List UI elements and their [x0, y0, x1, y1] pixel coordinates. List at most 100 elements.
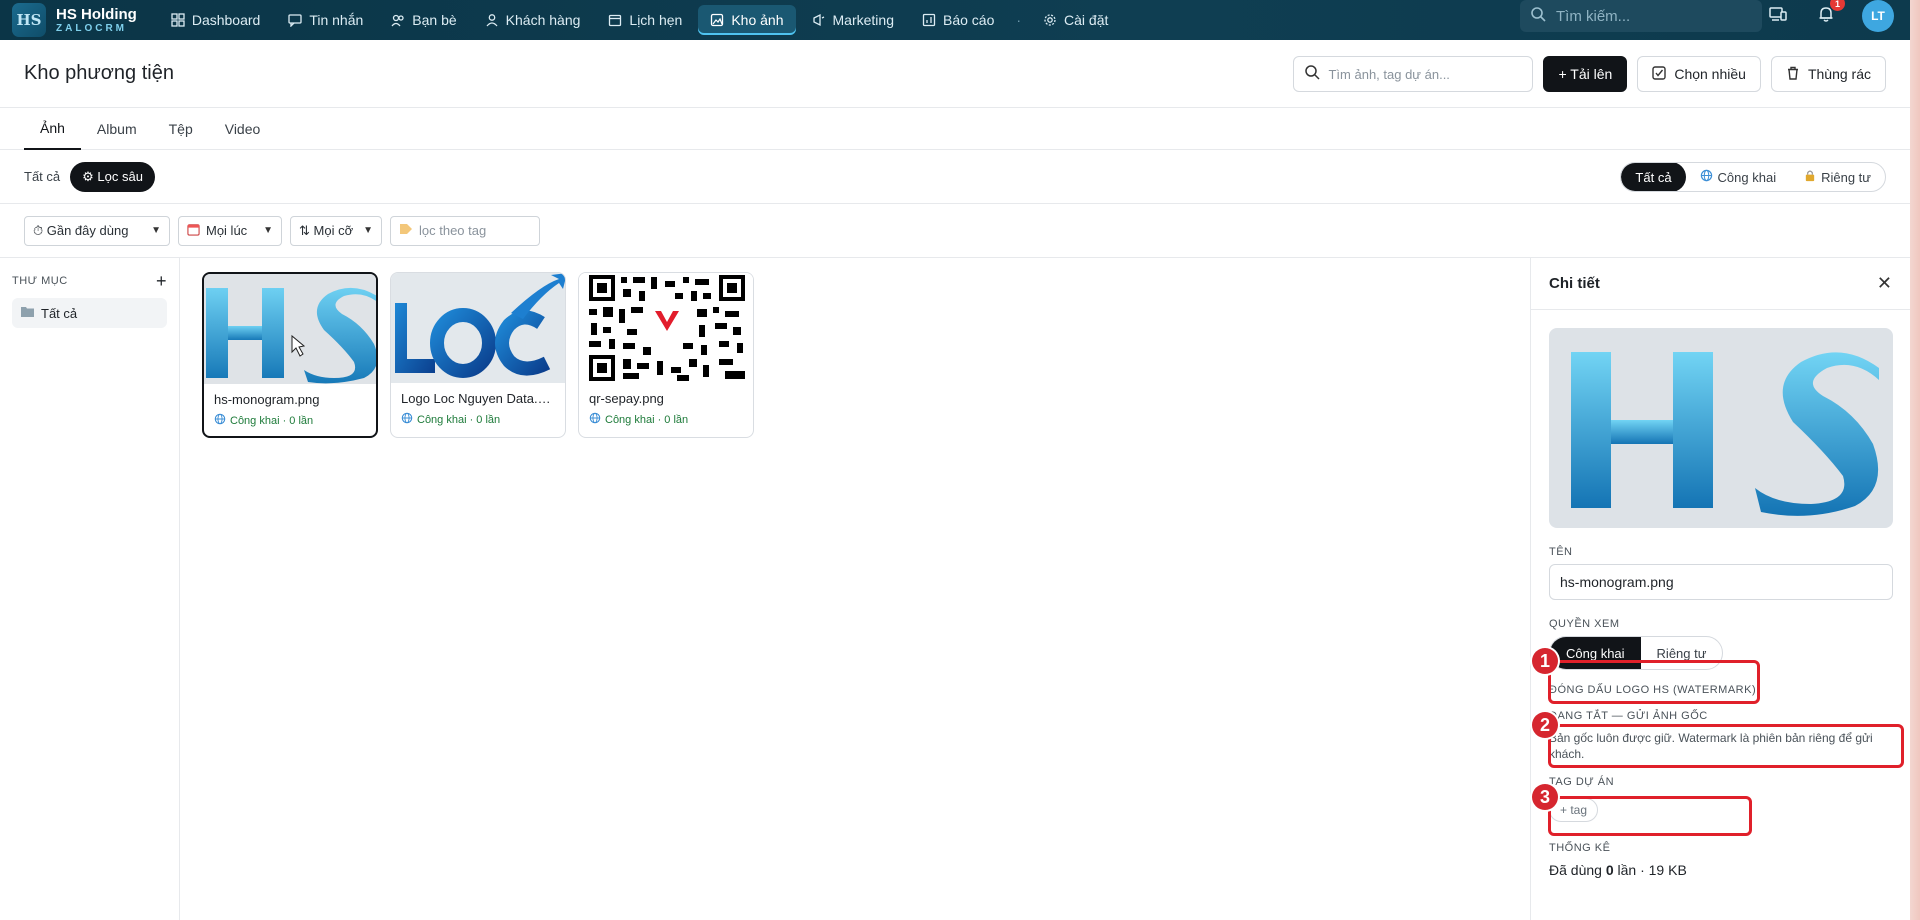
tab-files[interactable]: Tệp: [153, 108, 209, 150]
folder-label: Tất cả: [41, 305, 78, 321]
folders-heading: THƯ MỤC: [12, 275, 68, 287]
trash-icon: [1786, 66, 1800, 83]
multi-select-button[interactable]: Chọn nhiều: [1637, 56, 1761, 92]
nav-settings[interactable]: Cài đặt: [1031, 5, 1120, 35]
size-select-value: ⇅ Mọi cỡ: [299, 222, 354, 238]
nav-label: Tin nhắn: [309, 12, 364, 28]
checkbox-icon: [1652, 65, 1667, 83]
hs-monogram-image: [206, 288, 376, 384]
tab-albums[interactable]: Album: [81, 108, 153, 150]
media-search[interactable]: [1293, 56, 1534, 92]
usage-stats: Đã dùng 0 lần · 19 KB: [1549, 862, 1892, 878]
tag-filter[interactable]: [390, 215, 540, 246]
tab-videos[interactable]: Video: [209, 108, 277, 150]
nav-customers[interactable]: Khách hàng: [473, 5, 593, 35]
permission-label: QUYỀN XEM: [1549, 618, 1620, 630]
nav-label: Cài đặt: [1064, 12, 1109, 28]
cursor-icon: [291, 334, 306, 357]
globe-icon: [589, 412, 601, 427]
nav-marketing[interactable]: Marketing: [800, 5, 906, 35]
media-card[interactable]: Logo Loc Nguyen Data.png Công khai · 0 l…: [390, 272, 566, 438]
page-title: Kho phương tiện: [24, 62, 174, 84]
trash-label: Thùng rác: [1807, 66, 1871, 82]
annotation-marker-2: 2: [1532, 712, 1558, 738]
nav-label: Lịch hẹn: [629, 12, 683, 28]
notifications-button[interactable]: 1: [1814, 0, 1845, 28]
media-card-name: Logo Loc Nguyen Data.png: [401, 391, 555, 406]
avatar[interactable]: LT: [1862, 0, 1894, 32]
loc-logo-image: [395, 273, 565, 378]
detail-header: Chi tiết ✕: [1531, 258, 1910, 310]
visibility-all[interactable]: Tất cả: [1621, 163, 1686, 191]
media-card-name: qr-sepay.png: [589, 391, 664, 406]
image-icon: [710, 13, 724, 27]
nav-messages[interactable]: Tin nhắn: [276, 5, 375, 35]
stats-prefix: Đã dùng: [1549, 862, 1602, 878]
qr-code-image: [579, 273, 753, 383]
folder-item-all[interactable]: Tất cả: [12, 298, 167, 328]
top-icons: 1 LT: [1766, 0, 1894, 32]
visibility-segment: Tất cả Công khai Riêng tư: [1620, 162, 1886, 192]
window-edge: [1910, 0, 1920, 920]
annotation-marker-1: 1: [1532, 648, 1558, 674]
visibility-public[interactable]: Công khai: [1686, 163, 1791, 191]
lock-icon: [1804, 169, 1816, 185]
name-field[interactable]: [1549, 564, 1893, 600]
sort-select[interactable]: ⏱ Gần đây dùng ▼: [24, 215, 170, 246]
globe-icon: [1700, 169, 1713, 185]
nav-label: Báo cáo: [942, 12, 995, 28]
notification-badge: 1: [1830, 0, 1845, 11]
detail-preview: [1549, 328, 1893, 528]
user-icon: [485, 13, 499, 27]
upload-button[interactable]: + Tải lên: [1543, 56, 1628, 92]
nav-separator: ·: [1016, 12, 1022, 28]
add-folder-button[interactable]: +: [156, 272, 167, 290]
name-label: TÊN: [1549, 546, 1573, 558]
nav-reports[interactable]: Báo cáo: [910, 5, 1006, 35]
devices-button[interactable]: [1766, 4, 1790, 28]
nav-appointments[interactable]: Lịch hẹn: [596, 5, 694, 35]
tab-images[interactable]: Ảnh: [24, 108, 81, 150]
nav-friends[interactable]: Bạn bè: [379, 5, 468, 35]
watermark-state[interactable]: ĐANG TẮT — GỬI ẢNH GỐC: [1549, 710, 1892, 722]
global-search-input[interactable]: [1556, 7, 1746, 25]
media-card-meta: Công khai · 0 lần: [401, 412, 555, 427]
trash-button[interactable]: Thùng rác: [1770, 56, 1886, 92]
media-tabs: Ảnh Album Tệp Video: [0, 108, 1910, 150]
top-navbar: HS HS Holding ZALOCRM Dashboard Tin nhắn…: [0, 0, 1910, 40]
nav-label: Khách hàng: [505, 12, 581, 28]
brand[interactable]: HS HS Holding ZALOCRM: [12, 3, 137, 37]
nav-media[interactable]: Kho ảnh: [698, 5, 796, 35]
upload-label: + Tải lên: [1558, 66, 1613, 82]
filter-all[interactable]: Tất cả: [24, 169, 60, 184]
tag-icon: [399, 222, 413, 240]
calendar-icon: [608, 13, 622, 27]
detail-title: Chi tiết: [1549, 275, 1600, 292]
size-select[interactable]: ⇅ Mọi cỡ ▼: [290, 215, 382, 246]
header-actions: + Tải lên Chọn nhiều Thùng rác: [1293, 56, 1886, 92]
deep-filter-button[interactable]: ⚙ Lọc sâu: [70, 161, 155, 192]
media-card-meta: Công khai · 0 lần: [589, 412, 743, 427]
hs-monogram-preview: [1571, 352, 1879, 516]
card-body: qr-sepay.png Công khai · 0 lần: [579, 383, 753, 435]
visibility-private[interactable]: Riêng tư: [1790, 163, 1885, 191]
filter-row-primary: Tất cả ⚙ Lọc sâu Tất cả Công khai Riêng …: [0, 150, 1910, 204]
grid-icon: [171, 13, 185, 27]
folder-sidebar: THƯ MỤC + Tất cả: [0, 258, 180, 920]
media-card[interactable]: hs-monogram.png Công khai · 0 lần: [202, 272, 378, 438]
annotation-box-3: [1548, 796, 1752, 836]
message-icon: [288, 13, 302, 27]
media-card-meta-text: Công khai · 0 lần: [605, 413, 689, 426]
megaphone-icon: [812, 13, 826, 27]
time-select[interactable]: Mọi lúc ▼: [178, 215, 282, 246]
global-search[interactable]: [1520, 0, 1762, 32]
media-card[interactable]: qr-sepay.png Công khai · 0 lần: [578, 272, 754, 438]
tag-filter-input[interactable]: [419, 223, 539, 238]
nav-dashboard[interactable]: Dashboard: [159, 5, 273, 35]
card-body: Logo Loc Nguyen Data.png Công khai · 0 l…: [391, 383, 565, 435]
media-search-input[interactable]: [1328, 66, 1519, 82]
annotation-marker-3: 3: [1532, 784, 1558, 810]
page-header: Kho phương tiện + Tải lên Chọn nhiều Thù…: [0, 40, 1910, 108]
close-icon[interactable]: ✕: [1877, 273, 1892, 294]
media-card-meta: Công khai · 0 lần: [214, 413, 366, 428]
